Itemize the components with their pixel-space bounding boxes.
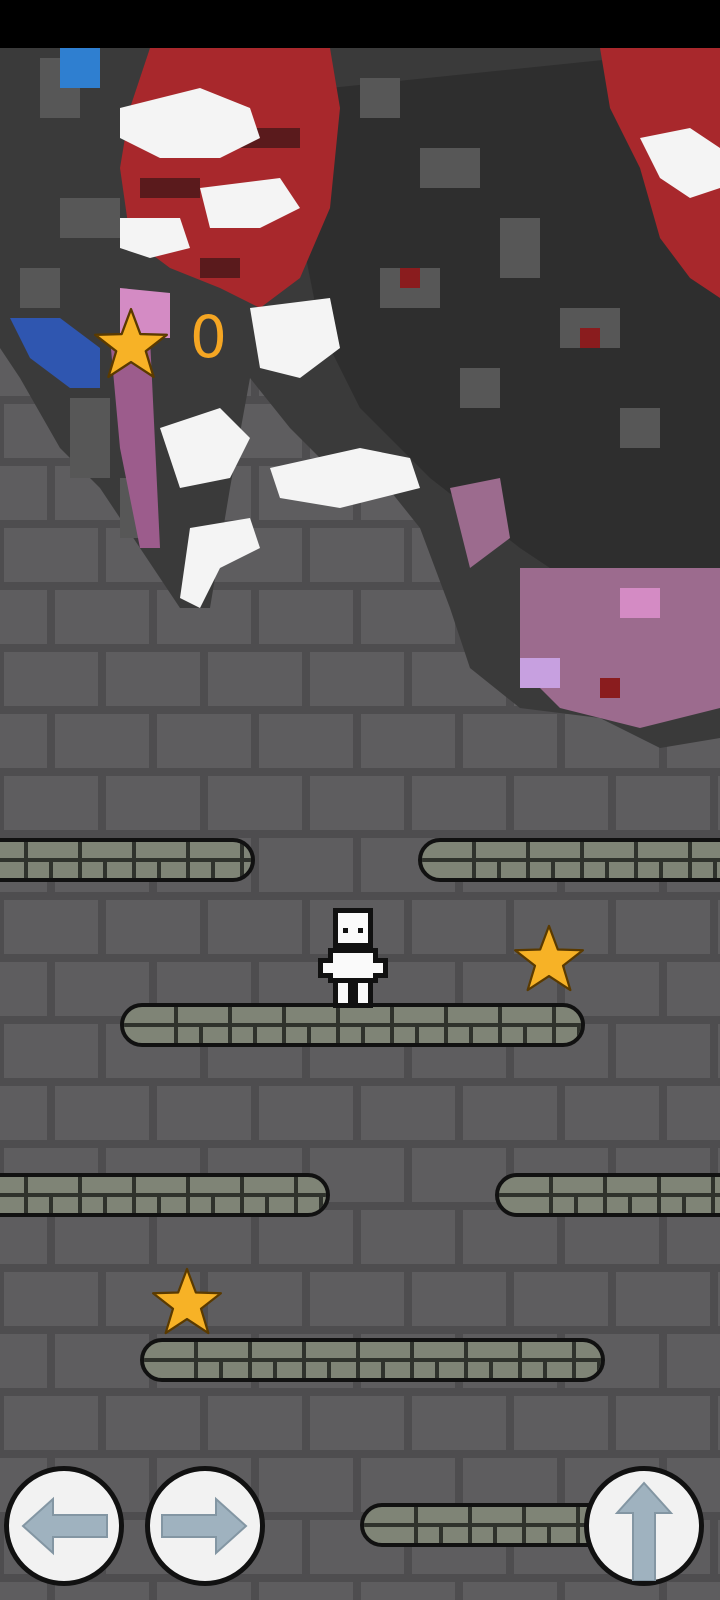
arrow-left-icon — [21, 1496, 108, 1556]
arrow-right-icon — [161, 1496, 248, 1556]
platform — [120, 1003, 585, 1047]
game-screen: 0 — [0, 0, 720, 1600]
platform — [0, 1173, 330, 1217]
star-collectible-icon — [514, 924, 584, 992]
jump-button[interactable] — [584, 1466, 704, 1586]
platform — [495, 1173, 720, 1217]
boss-monster-sprite — [0, 48, 720, 748]
game-area: 0 — [0, 48, 720, 1600]
platform — [140, 1338, 605, 1382]
score-star-icon — [94, 307, 168, 379]
move-right-button[interactable] — [145, 1466, 265, 1586]
arrow-up-icon — [614, 1481, 674, 1581]
player-character — [318, 908, 388, 1008]
star-collectible-icon — [152, 1267, 222, 1335]
platform — [418, 838, 720, 882]
move-left-button[interactable] — [4, 1466, 124, 1586]
status-bar — [0, 0, 720, 48]
score-counter: 0 — [190, 303, 227, 371]
platform — [0, 838, 255, 882]
